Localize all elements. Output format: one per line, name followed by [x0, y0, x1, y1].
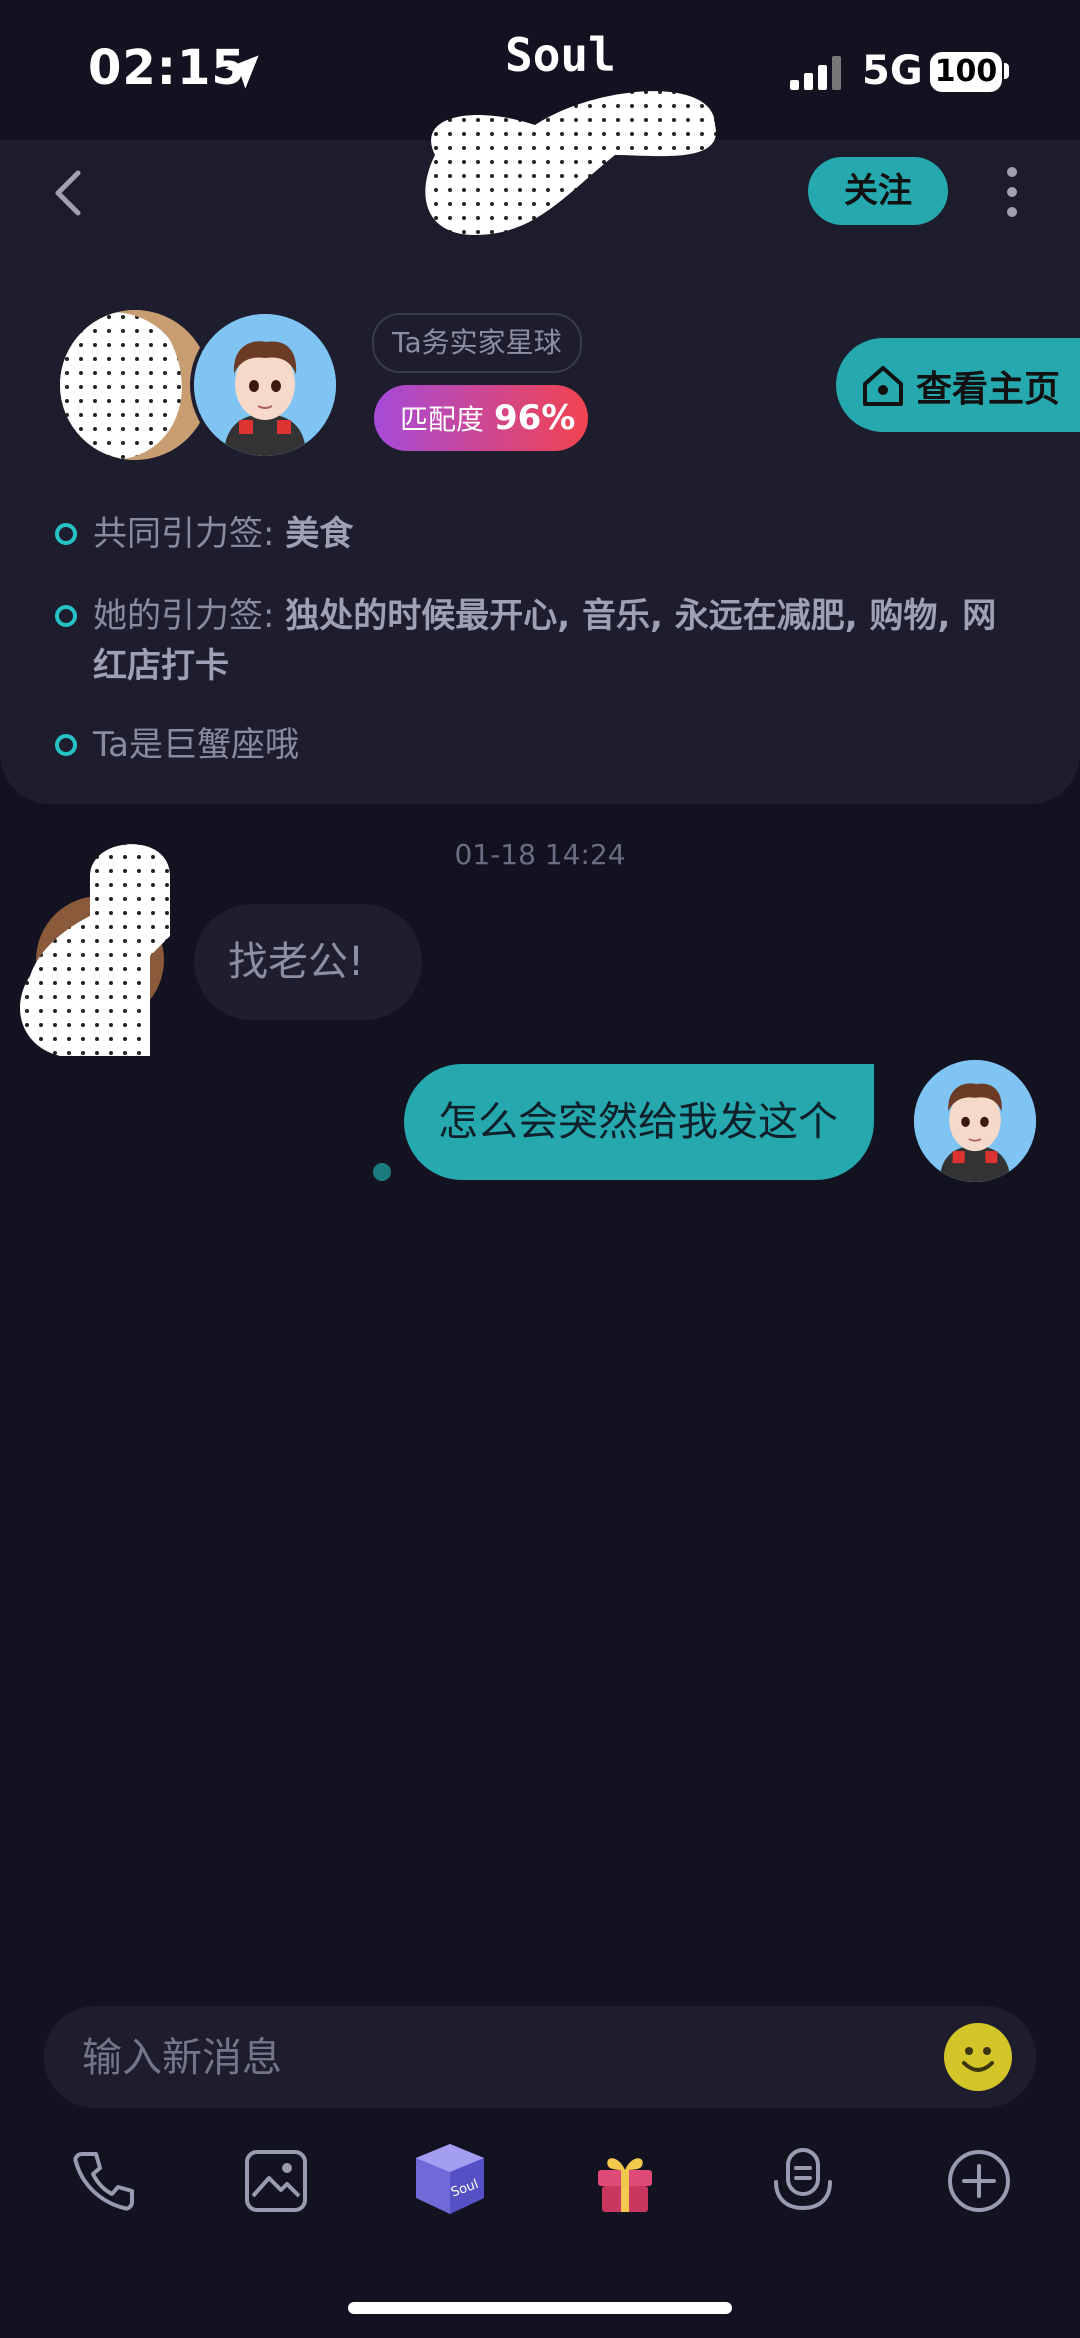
- network-type: 5G: [862, 48, 923, 94]
- soul-box-icon[interactable]: Soul: [410, 2138, 490, 2218]
- avatar-me-small[interactable]: [914, 1060, 1036, 1182]
- signal-icon: [790, 56, 841, 90]
- match-label: 匹配度: [400, 403, 485, 436]
- home-icon: [863, 366, 903, 406]
- emoji-button[interactable]: [944, 2023, 1012, 2091]
- plus-circle-icon[interactable]: [944, 2146, 1014, 2216]
- phone-icon[interactable]: [68, 2146, 138, 2216]
- redacted-avatar-mask: [20, 844, 170, 1056]
- zodiac-text: Ta是巨蟹座哦: [93, 725, 299, 765]
- message-input-bar: [44, 2006, 1036, 2110]
- her-tags-row: 她的引力签: 独处的时候最开心, 音乐, 永远在减肥, 购物, 网红店打卡: [55, 591, 1015, 691]
- message-bubble-outgoing[interactable]: 怎么会突然给我发这个: [404, 1064, 874, 1180]
- common-tags-label: 共同引力签:: [93, 514, 275, 554]
- common-tags-value: 美食: [285, 514, 354, 554]
- gift-icon[interactable]: [590, 2146, 660, 2216]
- battery-level: 100: [930, 52, 1002, 92]
- status-app-name: Soul: [505, 28, 616, 82]
- bullet-icon: [55, 605, 77, 627]
- common-tags-row: 共同引力签: 美食: [55, 509, 1015, 559]
- redacted-title-mask: [425, 91, 716, 235]
- match-value: 96%: [494, 398, 576, 438]
- avatar-her[interactable]: [60, 310, 210, 460]
- bullet-icon: [55, 523, 77, 545]
- message-bubble-incoming[interactable]: 找老公!: [194, 904, 423, 1020]
- more-vertical-icon[interactable]: [1000, 162, 1024, 222]
- emoji-icon: [962, 2047, 994, 2072]
- cartoon-avatar-icon: [914, 1060, 1036, 1182]
- battery-tip: [1004, 63, 1009, 79]
- sent-status-dot: [373, 1163, 391, 1181]
- planet-tag: Ta务实家星球: [372, 313, 582, 373]
- avatar-me[interactable]: [190, 310, 340, 460]
- back-chevron-icon[interactable]: [48, 165, 88, 221]
- message-input[interactable]: [80, 2006, 884, 2110]
- view-homepage-button[interactable]: 查看主页: [836, 338, 1080, 432]
- image-icon[interactable]: [241, 2146, 311, 2216]
- home-indicator: [348, 2302, 732, 2314]
- voice-icon[interactable]: [768, 2146, 838, 2216]
- her-tags-label: 她的引力签:: [93, 596, 275, 636]
- location-arrow-icon: [225, 55, 259, 89]
- cartoon-avatar-icon: [194, 314, 336, 456]
- homepage-label: 查看主页: [916, 369, 1061, 410]
- follow-button[interactable]: 关注: [808, 157, 948, 225]
- match-badge: 匹配度 96%: [374, 385, 588, 451]
- redacted-avatar-mask: [60, 310, 210, 460]
- bullet-icon: [55, 734, 77, 756]
- zodiac-row: Ta是巨蟹座哦: [55, 720, 1015, 770]
